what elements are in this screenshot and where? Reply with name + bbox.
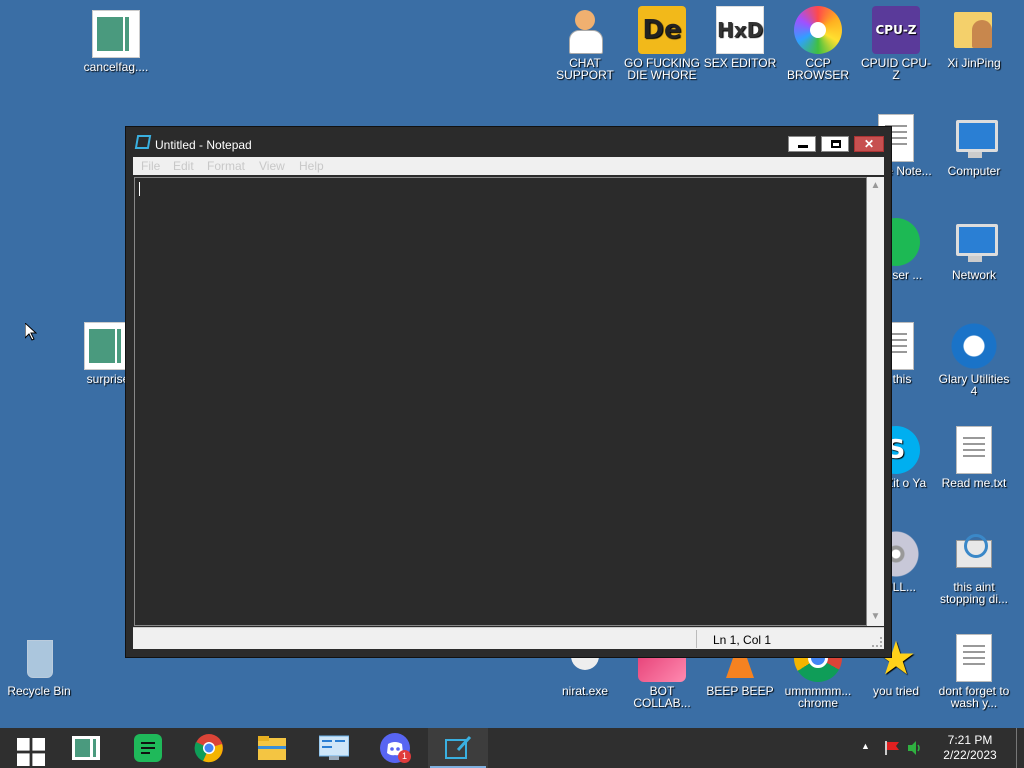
desktop-icon-glary[interactable]: Glary Utilities 4 (936, 322, 1012, 397)
browser-icon (794, 6, 842, 54)
system-clock[interactable]: 7:21 PM 2/22/2023 (930, 733, 1010, 763)
icon-label: CPUID CPU-Z (860, 56, 931, 82)
icon-label: Glary Utilities 4 (938, 372, 1010, 398)
taskbar-notepad[interactable] (428, 728, 488, 768)
window-title: Untitled - Notepad (155, 138, 252, 152)
app-icon (92, 10, 140, 58)
troubleshooter-icon (950, 530, 998, 578)
menu-help[interactable]: Help (299, 159, 324, 173)
menu-edit[interactable]: Edit (173, 159, 194, 173)
user-folder-icon (950, 6, 998, 54)
icon-label: Read me.txt (941, 476, 1007, 490)
taskbar-control-panel[interactable] (304, 728, 364, 768)
icon-label: you tried (872, 684, 920, 698)
menu-file[interactable]: File (141, 159, 160, 173)
title-bar[interactable]: Untitled - Notepad (126, 127, 891, 157)
scroll-down-arrow-icon[interactable]: ▼ (867, 610, 884, 624)
text-file-icon (956, 426, 992, 474)
network-icon (950, 218, 998, 266)
desktop-icon-ccp-browser[interactable]: CCP BROWSER (780, 6, 856, 81)
notification-badge: 1 (398, 750, 411, 763)
hxd-editor-icon: HxD (716, 6, 764, 54)
icon-label: SEX EDITOR (703, 56, 777, 70)
icon-label: BEEP BEEP (706, 684, 774, 698)
desktop-icon-go-fucking[interactable]: De GO FUCKING DIE WHORE (624, 6, 700, 81)
scroll-up-arrow-icon[interactable]: ▲ (867, 179, 884, 193)
icon-label: nirat.exe (561, 684, 609, 698)
green-app-icon (72, 736, 100, 760)
taskbar: 1 ▲ 7:21 PM 2/22/2023 (0, 728, 1024, 768)
taskbar-notes-app[interactable] (118, 728, 178, 768)
clock-date: 2/22/2023 (943, 748, 997, 762)
taskbar-chrome[interactable] (180, 728, 240, 768)
desktop-icon-network[interactable]: Network (936, 218, 1012, 281)
icon-label: dont forget to wash y... (938, 684, 1010, 710)
vertical-scrollbar[interactable]: ▲ ▼ (867, 177, 884, 626)
desktop-icon-recycle-bin[interactable]: Recycle Bin (1, 634, 77, 697)
icon-label: Recycle Bin (7, 684, 71, 698)
document-icon (956, 634, 992, 682)
text-caret (139, 182, 140, 196)
icon-label: Computer (947, 164, 1001, 178)
icon-label: Xi JinPing (947, 56, 1001, 70)
icon-label: GO FUCKING DIE WHORE (624, 56, 701, 82)
flag-icon (885, 741, 899, 755)
status-bar: Ln 1, Col 1 (133, 627, 884, 649)
desktop-icon-dont-forget[interactable]: dont forget to wash y... (936, 634, 1012, 709)
minimize-button[interactable] (788, 136, 816, 152)
icon-label: CHAT SUPPORT (556, 56, 614, 82)
windows-logo-icon (17, 738, 45, 766)
icon-label: Network (951, 268, 996, 282)
recycle-bin-icon (15, 634, 63, 682)
desktop-icon-cancelfag[interactable]: cancelfag.... (78, 10, 154, 73)
notes-app-icon (134, 734, 162, 762)
support-person-icon (561, 6, 609, 54)
text-editor[interactable] (134, 177, 867, 626)
desktop-icon-this-aint[interactable]: this aint stopping di... (936, 530, 1012, 605)
desktop-icon-xi-jinping[interactable]: Xi JinPing (936, 6, 1012, 69)
icon-label: cancelfag.... (83, 60, 149, 74)
taskbar-file-explorer[interactable] (242, 728, 302, 768)
notepad-icon (134, 135, 152, 149)
menu-bar: File Edit Format View Help (133, 157, 884, 175)
desktop-icon-read-me[interactable]: Read me.txt (936, 426, 1012, 489)
taskbar-discord[interactable]: 1 (366, 728, 426, 768)
notepad-icon (445, 735, 472, 759)
file-explorer-icon (258, 736, 286, 760)
chevron-up-icon: ▲ (861, 741, 870, 751)
notepad-window[interactable]: Untitled - Notepad File Edit Format View… (125, 126, 892, 658)
close-button[interactable] (854, 136, 884, 152)
cursor-position: Ln 1, Col 1 (713, 633, 772, 647)
status-separator (696, 630, 697, 648)
glary-utilities-icon (950, 322, 998, 370)
computer-icon (950, 114, 998, 162)
icon-label: this aint stopping di... (939, 580, 1009, 606)
clock-time: 7:21 PM (947, 733, 993, 747)
menu-format[interactable]: Format (207, 159, 245, 173)
desktop-icon-chat-support[interactable]: CHAT SUPPORT (547, 6, 623, 81)
icon-label: ummmmm... chrome (784, 684, 852, 710)
cpu-z-icon: CPU-Z (872, 6, 920, 54)
show-desktop-button[interactable] (1016, 728, 1017, 768)
chrome-icon (194, 734, 223, 763)
desktop-icon-sex-editor[interactable]: HxD SEX EDITOR (702, 6, 778, 69)
desktop-icon-cpuid[interactable]: CPU-Z CPUID CPU-Z (858, 6, 934, 81)
resize-grip-icon[interactable] (872, 637, 882, 647)
control-panel-icon (319, 735, 349, 760)
menu-view[interactable]: View (259, 159, 285, 173)
desktop-icon-computer[interactable]: Computer (936, 114, 1012, 177)
icon-label: CCP BROWSER (786, 56, 849, 82)
speaker-icon (908, 741, 920, 755)
icon-label: BOT COLLAB... (633, 684, 691, 710)
taskbar-green-app[interactable] (56, 728, 116, 768)
maximize-button[interactable] (821, 136, 849, 152)
start-button[interactable] (0, 728, 54, 768)
de-app-icon: De (638, 6, 686, 54)
